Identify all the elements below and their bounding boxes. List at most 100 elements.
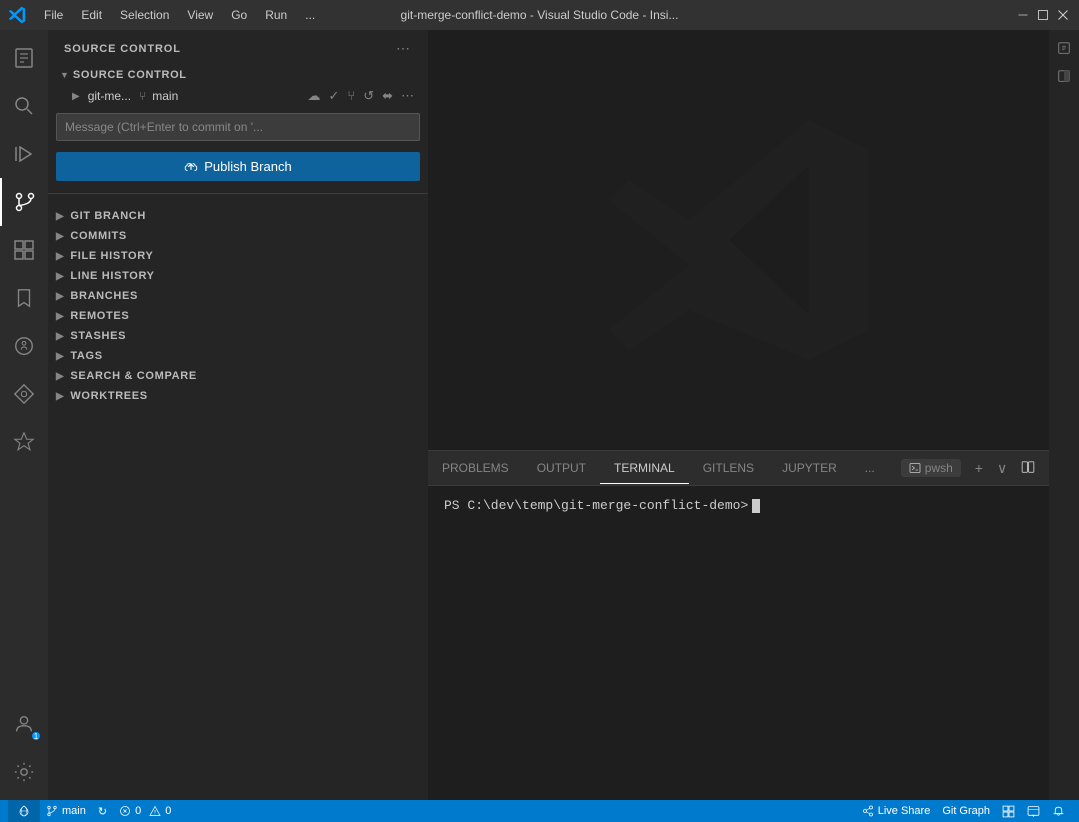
selection-menu[interactable]: Selection <box>112 5 177 25</box>
status-right: Live Share Git Graph <box>856 805 1071 818</box>
git-graph-label: Git Graph <box>942 805 990 817</box>
run-menu[interactable]: Run <box>257 5 295 25</box>
warning-icon <box>149 805 161 817</box>
gl-section-header-remotes[interactable]: ▶ REMOTES <box>48 306 428 326</box>
remote-explorer-button[interactable] <box>1021 805 1046 818</box>
status-bar: main ↻ 0 0 Live Share <box>0 800 1079 822</box>
chevron-right-icon: ▶ <box>56 291 64 302</box>
sidebar-item-github[interactable] <box>0 322 48 370</box>
sidebar-item-plugins[interactable] <box>0 418 48 466</box>
remote-icon <box>18 805 30 817</box>
remote-indicator[interactable] <box>8 800 40 822</box>
git-branch-icon2[interactable]: ⑂ <box>345 87 357 105</box>
chevron-right-icon: ▶ <box>56 331 64 342</box>
minimize-icon[interactable] <box>1015 7 1031 23</box>
tab-jupyter[interactable]: JUPYTER <box>768 453 851 484</box>
terminal-more-button[interactable]: ∨ <box>993 458 1011 479</box>
edit-menu[interactable]: Edit <box>73 5 110 25</box>
gl-section-header-file-history[interactable]: ▶ FILE HISTORY <box>48 246 428 266</box>
more-actions-icon[interactable]: ⋯ <box>394 38 412 59</box>
tab-problems[interactable]: PROBLEMS <box>428 453 523 484</box>
minimap-icon[interactable] <box>1051 63 1077 89</box>
sidebar-header-actions: ⋯ <box>394 38 412 59</box>
tab-output[interactable]: OUTPUT <box>523 453 600 484</box>
remote-explore-icon <box>1027 805 1040 818</box>
view-menu[interactable]: View <box>179 5 221 25</box>
sync-status[interactable]: ↻ <box>92 800 113 822</box>
settings-icon[interactable] <box>0 748 48 796</box>
split-terminal-button[interactable] <box>1017 458 1039 479</box>
gl-section-remotes: ▶ REMOTES <box>48 306 428 326</box>
live-share-button[interactable]: Live Share <box>856 805 937 817</box>
pwsh-selector[interactable]: pwsh <box>901 459 961 477</box>
sidebar-item-run[interactable] <box>0 130 48 178</box>
editor-content[interactable] <box>428 30 1049 450</box>
live-share-label: Live Share <box>878 805 931 817</box>
tab-gitlens[interactable]: GITLENS <box>689 453 768 484</box>
layout-button[interactable] <box>996 805 1021 818</box>
sidebar-item-source-control[interactable] <box>0 178 48 226</box>
title-bar-left: File Edit Selection View Go Run ... <box>8 5 323 25</box>
gl-section-header-commits[interactable]: ▶ COMMITS <box>48 226 428 246</box>
notifications-button[interactable] <box>1046 805 1071 818</box>
go-menu[interactable]: Go <box>223 5 255 25</box>
more-menu[interactable]: ... <box>297 5 323 25</box>
gl-section-header-stashes[interactable]: ▶ STASHES <box>48 326 428 346</box>
sidebar-item-extensions[interactable] <box>0 226 48 274</box>
sidebar-item-search[interactable] <box>0 82 48 130</box>
plus-icon: + <box>975 460 983 476</box>
gl-section-header-git-branch[interactable]: ▶ GIT BRANCH <box>48 206 428 226</box>
gl-section-label-remotes: REMOTES <box>70 310 129 322</box>
check-icon[interactable]: ✓ <box>326 87 341 105</box>
tab-terminal[interactable]: TERMINAL <box>600 453 689 484</box>
outline-view-icon[interactable] <box>1051 35 1077 61</box>
more-icon[interactable]: ⋯ <box>399 87 416 105</box>
gl-section-branches: ▶ BRANCHES <box>48 286 428 306</box>
repo-row: ▼ SOURCE CONTROL <box>56 67 420 83</box>
terminal-icon <box>909 462 921 474</box>
sidebar-item-bookmarks[interactable] <box>0 274 48 322</box>
main-area: 1 SOURCE CONTROL ⋯ ▼ SOURCE CONTROL <box>0 30 1079 800</box>
vscode-logo-icon <box>8 6 26 24</box>
commit-message-input[interactable] <box>56 113 420 141</box>
gl-section-label-branches: BRANCHES <box>70 290 138 302</box>
git-graph-button[interactable]: Git Graph <box>936 805 996 817</box>
publish-branch-button[interactable]: Publish Branch <box>56 152 420 181</box>
file-menu[interactable]: File <box>36 5 71 25</box>
gl-section-search-compare: ▶ SEARCH & COMPARE <box>48 366 428 386</box>
gl-section-header-search-compare[interactable]: ▶ SEARCH & COMPARE <box>48 366 428 386</box>
branch-name: main <box>152 89 178 103</box>
terminal-panel: PROBLEMS OUTPUT TERMINAL GITLENS JUPYTER… <box>428 450 1049 800</box>
gl-section-header-line-history[interactable]: ▶ LINE HISTORY <box>48 266 428 286</box>
gl-section-commits: ▶ COMMITS <box>48 226 428 246</box>
sidebar-item-explorer[interactable] <box>0 34 48 82</box>
errors-indicator[interactable]: 0 0 <box>113 800 177 822</box>
gl-section-label-worktrees: WORKTREES <box>70 390 147 402</box>
gl-section-label-commits: COMMITS <box>70 230 127 242</box>
section-collapse-icon: ▼ <box>60 70 69 80</box>
gl-section-header-branches[interactable]: ▶ BRANCHES <box>48 286 428 306</box>
terminal-body[interactable]: PS C:\dev\temp\git-merge-conflict-demo> <box>428 486 1049 800</box>
chevron-down-icon: ∨ <box>997 460 1007 476</box>
source-control-section: ▼ SOURCE CONTROL ▶ git-me... ⑂ main ☁ ✓ … <box>48 63 428 189</box>
close-icon[interactable] <box>1055 7 1071 23</box>
branch-indicator[interactable]: main <box>40 800 92 822</box>
sync-icon[interactable]: ⬌ <box>380 87 395 105</box>
gl-section-header-worktrees[interactable]: ▶ WORKTREES <box>48 386 428 406</box>
cloud-icon[interactable]: ☁ <box>305 87 322 105</box>
chevron-right-icon: ▶ <box>56 371 64 382</box>
chevron-right-icon: ▶ <box>56 391 64 402</box>
add-terminal-button[interactable]: + <box>971 458 987 478</box>
errors-count: 0 <box>135 805 141 817</box>
sidebar-item-gitlens[interactable] <box>0 370 48 418</box>
gl-section-label-file-history: FILE HISTORY <box>70 250 153 262</box>
live-share-icon <box>862 805 874 817</box>
gl-section-header-tags[interactable]: ▶ TAGS <box>48 346 428 366</box>
branch-icon: ⑂ <box>139 89 146 103</box>
split-icon <box>1021 460 1035 474</box>
restore-icon[interactable] <box>1035 7 1051 23</box>
tab-more[interactable]: ... <box>851 453 889 484</box>
terminal-prompt: PS C:\dev\temp\git-merge-conflict-demo> <box>444 498 1033 513</box>
account-icon[interactable]: 1 <box>0 700 48 748</box>
refresh-icon[interactable]: ↺ <box>361 87 376 105</box>
